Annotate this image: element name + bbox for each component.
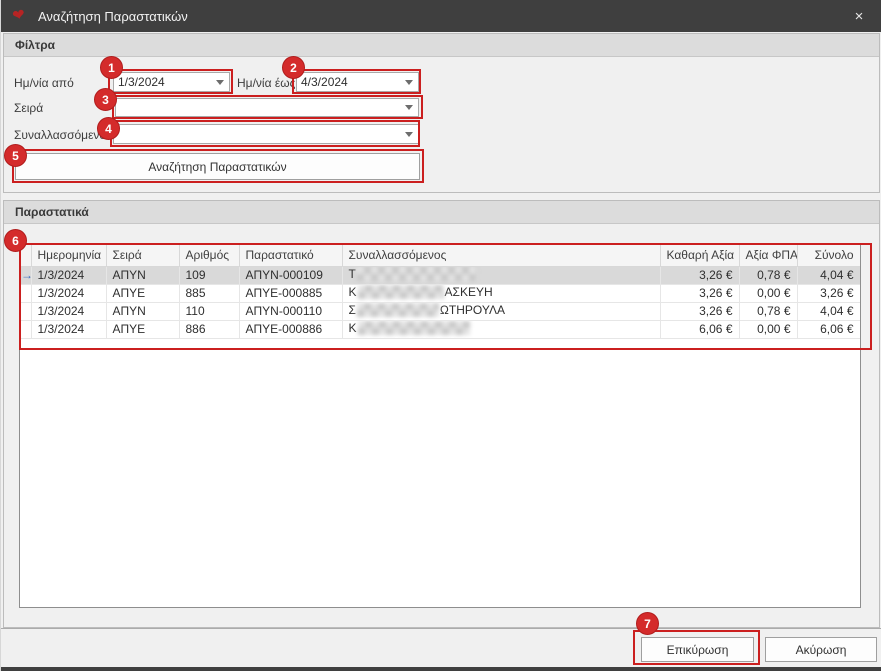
selected-row-arrow-icon: → <box>20 266 31 284</box>
date-to-value: 4/3/2024 <box>297 75 400 89</box>
title-bar: ❤ Αναζήτηση Παραστατικών × <box>1 0 881 32</box>
table-row[interactable]: → 1/3/2024 ΑΠΥΝ 109 ΑΠΥΝ-000109 Τ 3,26 €… <box>20 266 860 284</box>
close-icon[interactable]: × <box>840 0 878 32</box>
date-to-label: Ημ/νία έως <box>237 76 295 90</box>
window-title: Αναζήτηση Παραστατικών <box>38 9 188 24</box>
col-vat[interactable]: Αξία ΦΠΑ <box>739 244 797 266</box>
col-series[interactable]: Σειρά <box>106 244 179 266</box>
redacted-text <box>357 267 477 281</box>
search-documents-button[interactable]: Αναζήτηση Παραστατικών <box>15 153 420 180</box>
documents-table: Ημερομηνία Σειρά Αριθμός Παραστατικό Συν… <box>19 243 861 608</box>
series-combobox[interactable] <box>115 98 419 117</box>
app-logo-icon: ❤ <box>8 5 29 26</box>
confirm-button[interactable]: Επικύρωση <box>641 637 754 662</box>
counterparty-label: Συναλλασσόμενος <box>14 128 112 142</box>
redacted-text <box>358 321 470 335</box>
chevron-down-icon[interactable] <box>400 99 418 116</box>
chevron-down-icon[interactable] <box>211 73 229 91</box>
cancel-button[interactable]: Ακύρωση <box>765 637 877 662</box>
filters-section-title: Φίλτρα <box>4 34 879 57</box>
date-from-label: Ημ/νία από <box>14 76 74 90</box>
col-date[interactable]: Ημερομηνία <box>31 244 106 266</box>
chevron-down-icon[interactable] <box>400 73 418 91</box>
window-bottom-edge <box>1 667 881 671</box>
date-from-value: 1/3/2024 <box>114 75 211 89</box>
table-row[interactable]: 1/3/2024 ΑΠΥΝ 110 ΑΠΥΝ-000110 ΣΩΤΗΡΟΥΛΑ … <box>20 302 860 320</box>
series-label: Σειρά <box>14 101 43 115</box>
row-indicator-header <box>20 244 31 266</box>
counterparty-combobox[interactable] <box>113 124 419 144</box>
chevron-down-icon[interactable] <box>400 125 418 143</box>
date-to-combobox[interactable]: 4/3/2024 <box>296 72 419 92</box>
redacted-text <box>357 303 439 317</box>
col-document[interactable]: Παραστατικό <box>239 244 342 266</box>
table-row[interactable]: 1/3/2024 ΑΠΥΕ 885 ΑΠΥΕ-000885 ΚΑΣΚΕΥΗ 3,… <box>20 284 860 302</box>
date-from-combobox[interactable]: 1/3/2024 <box>113 72 230 92</box>
table-header-row: Ημερομηνία Σειρά Αριθμός Παραστατικό Συν… <box>20 244 860 266</box>
redacted-text <box>358 285 444 299</box>
col-net[interactable]: Καθαρή Αξία <box>660 244 739 266</box>
table-row[interactable]: 1/3/2024 ΑΠΥΕ 886 ΑΠΥΕ-000886 Κ 6,06 € 0… <box>20 320 860 338</box>
search-documents-dialog: ❤ Αναζήτηση Παραστατικών × Φίλτρα Ημ/νία… <box>0 0 881 671</box>
documents-section-title: Παραστατικά <box>4 201 879 224</box>
col-total[interactable]: Σύνολο <box>797 244 860 266</box>
col-number[interactable]: Αριθμός <box>179 244 239 266</box>
col-counterparty[interactable]: Συναλλασσόμενος <box>342 244 660 266</box>
